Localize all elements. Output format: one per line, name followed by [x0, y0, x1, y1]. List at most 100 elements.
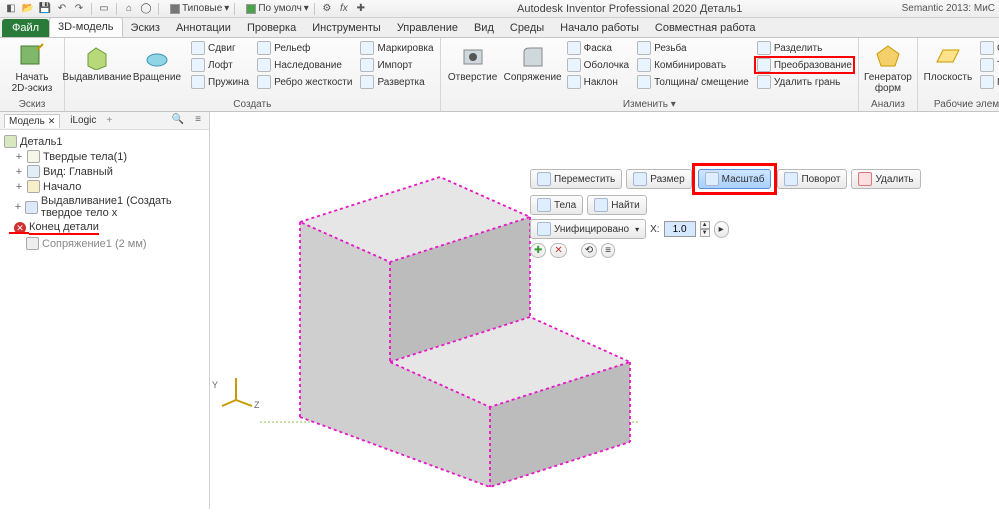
derive-button[interactable]: Наследование	[255, 57, 354, 73]
panel-title-create: Создать	[233, 98, 271, 111]
panel-title-sketch: Эскиз	[19, 98, 46, 111]
quick-access-toolbar: ◧ 📂 💾 ↶ ↷ ▭ ⌂ ◯ Типовые▾ По умолч▾ ⚙ fx …	[4, 2, 368, 16]
appearance-dropdown[interactable]: Типовые▾	[170, 3, 229, 14]
extrude-button[interactable]: Выдавливание	[69, 40, 125, 83]
prev-icon[interactable]: ⟲	[581, 243, 597, 258]
panel-work-features: Плоскость Ось▾ Точка▾ ПСК Рабочие элемен…	[918, 38, 999, 111]
panel-modify: Отверстие Сопряжение Фаска Оболочка Накл…	[441, 38, 859, 111]
tab-inspect[interactable]: Проверка	[239, 19, 304, 37]
rib-button[interactable]: Ребро жесткости	[255, 74, 354, 90]
menu-icon[interactable]: ≡	[191, 114, 205, 128]
loft-button[interactable]: Лофт	[189, 57, 251, 73]
decal-button[interactable]: Маркировка	[358, 40, 435, 56]
tab-add-icon[interactable]: +	[106, 115, 112, 126]
list-icon[interactable]: ≡	[601, 243, 615, 258]
start-2d-sketch-button[interactable]: Начать 2D-эскиз	[4, 40, 60, 94]
browser-tab-model[interactable]: Модель ✕	[4, 114, 60, 128]
ok-icon[interactable]: ✚	[530, 243, 546, 258]
tab-3d-model[interactable]: 3D-модель	[49, 17, 122, 37]
home-icon[interactable]: ⌂	[122, 2, 136, 16]
semantic-switch[interactable]: Semantic 2013: МиС	[902, 3, 995, 14]
plane-button[interactable]: Плоскость	[922, 40, 974, 83]
ucs-button[interactable]: ПСК	[978, 74, 999, 90]
emboss-button[interactable]: Рельеф	[255, 40, 354, 56]
tree-root[interactable]: Деталь1	[2, 134, 207, 149]
browser-tab-ilogic[interactable]: iLogic	[66, 114, 100, 127]
tab-file[interactable]: Файл	[2, 19, 49, 37]
sweep-button[interactable]: Сдвиг	[189, 40, 251, 56]
delete-face-button[interactable]: Удалить грань	[755, 74, 854, 90]
thicken-button[interactable]: Толщина/ смещение	[635, 74, 751, 90]
sphere-icon[interactable]: ◯	[139, 2, 153, 16]
panel-sketch: Начать 2D-эскиз Эскиз	[0, 38, 65, 111]
draft-button[interactable]: Наклон	[565, 74, 632, 90]
point-button[interactable]: Точка▾	[978, 57, 999, 73]
fillet-button[interactable]: Сопряжение	[505, 40, 561, 83]
panel-title-work: Рабочие элементы	[934, 98, 999, 111]
settings-icon[interactable]: ⚙	[320, 2, 334, 16]
panel-title-analysis: Анализ	[871, 98, 905, 111]
tree-view[interactable]: +Вид: Главный	[2, 164, 207, 179]
spinner[interactable]: ▲▼	[700, 221, 710, 237]
tab-environments[interactable]: Среды	[502, 19, 552, 37]
direct-edit-minitoolbar: Переместить Размер Масштаб Поворот Удали…	[530, 167, 921, 258]
unwrap-button[interactable]: Развертка	[358, 74, 435, 90]
move-button[interactable]: Переместить	[530, 169, 622, 189]
find-button[interactable]: Найти	[587, 195, 647, 215]
thread-button[interactable]: Резьба	[635, 40, 751, 56]
tree-end-of-part[interactable]: ✕Конец детали	[2, 220, 207, 236]
combine-button[interactable]: Комбинировать	[635, 57, 751, 73]
split-button[interactable]: Разделить	[755, 40, 854, 56]
delete-button[interactable]: Удалить	[851, 169, 920, 189]
axis-button[interactable]: Ось▾	[978, 40, 999, 56]
axis-y-label: Y	[212, 380, 218, 390]
shell-button[interactable]: Оболочка	[565, 57, 632, 73]
open-icon[interactable]: 📂	[21, 2, 35, 16]
bodies-button[interactable]: Тела	[530, 195, 583, 215]
app-icon[interactable]: ◧	[4, 2, 18, 16]
tab-annotate[interactable]: Аннотации	[168, 19, 239, 37]
browser-header: Модель ✕ iLogic + 🔍 ≡	[0, 112, 209, 130]
add-qat-icon[interactable]: ✚	[354, 2, 368, 16]
coil-button[interactable]: Пружина	[189, 74, 251, 90]
rotate-button[interactable]: Поворот	[777, 169, 847, 189]
axis-x-label: X:	[650, 224, 659, 235]
scale-button[interactable]: Масштаб	[698, 169, 772, 189]
tab-manage[interactable]: Управление	[389, 19, 466, 37]
revolve-button[interactable]: Вращение	[129, 40, 185, 83]
panel-analysis: Генератор форм Анализ	[859, 38, 918, 111]
select-icon[interactable]: ▭	[97, 2, 111, 16]
hole-button[interactable]: Отверстие	[445, 40, 501, 83]
save-icon[interactable]: 💾	[38, 2, 52, 16]
model-browser: Модель ✕ iLogic + 🔍 ≡ Деталь1 +Твердые т…	[0, 112, 210, 509]
axis-z-label: Z	[254, 400, 260, 410]
chamfer-button[interactable]: Фаска	[565, 40, 632, 56]
tree-fillet1[interactable]: Сопряжение1 (2 мм)	[2, 236, 207, 251]
title-bar: ◧ 📂 💾 ↶ ↷ ▭ ⌂ ◯ Типовые▾ По умолч▾ ⚙ fx …	[0, 0, 999, 18]
viewport[interactable]: Y Z Переместить Размер Масштаб Поворот У…	[210, 112, 999, 509]
measure-icon[interactable]: ▸	[714, 221, 729, 238]
color-dropdown[interactable]: По умолч▾	[246, 3, 309, 14]
workspace: Модель ✕ iLogic + 🔍 ≡ Деталь1 +Твердые т…	[0, 112, 999, 509]
ribbon-tabs: Файл 3D-модель Эскиз Аннотации Проверка …	[0, 18, 999, 38]
tab-getstarted[interactable]: Начало работы	[552, 19, 647, 37]
tree-solid-bodies[interactable]: +Твердые тела(1)	[2, 149, 207, 164]
cancel-icon[interactable]: ✕	[550, 243, 566, 258]
search-icon[interactable]: 🔍	[171, 114, 185, 128]
tree-origin[interactable]: +Начало	[2, 179, 207, 194]
tab-collab[interactable]: Совместная работа	[647, 19, 764, 37]
direct-edit-button[interactable]: Преобразование	[755, 57, 854, 73]
import-button[interactable]: Импорт	[358, 57, 435, 73]
size-button[interactable]: Размер	[626, 169, 691, 189]
tab-view[interactable]: Вид	[466, 19, 502, 37]
redo-icon[interactable]: ↷	[72, 2, 86, 16]
uniform-button[interactable]: Унифицировано▾	[530, 219, 646, 239]
scale-value-input[interactable]	[664, 221, 696, 237]
shape-generator-button[interactable]: Генератор форм	[863, 40, 913, 94]
undo-icon[interactable]: ↶	[55, 2, 69, 16]
panel-create: Выдавливание Вращение Сдвиг Лофт Пружина…	[65, 38, 441, 111]
tree-extrusion1[interactable]: +Выдавливание1 (Создать твердое тело x	[2, 194, 207, 220]
tab-tools[interactable]: Инструменты	[304, 19, 389, 37]
fx-icon[interactable]: fx	[337, 2, 351, 16]
tab-sketch[interactable]: Эскиз	[123, 19, 168, 37]
